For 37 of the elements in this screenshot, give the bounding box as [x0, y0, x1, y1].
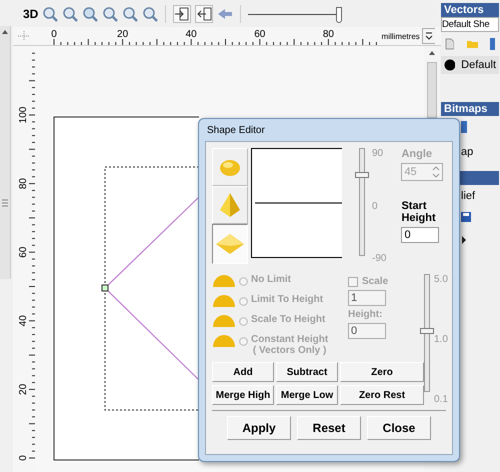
tick-label: 0.1 [434, 394, 448, 405]
operation-button[interactable]: Subtract [276, 362, 338, 382]
panel-header: Bitmaps [441, 102, 499, 116]
operation-button[interactable]: Zero Rest [340, 385, 424, 405]
bitmap-item[interactable]: ap [461, 146, 474, 158]
start-height-field[interactable]: 0 [401, 227, 440, 243]
vertical-ruler: 100 80 60 40 20 0 [13, 46, 35, 472]
height-label: Height: [348, 309, 384, 320]
3d-button[interactable]: 3D [23, 6, 38, 20]
dialog-button[interactable]: Apply [227, 416, 291, 440]
operation-button[interactable]: Merge High [212, 385, 274, 405]
tick-label: 0 [372, 200, 379, 212]
start-height-label: Start Height [401, 200, 437, 224]
option-label: Limit To Height [251, 294, 324, 305]
operation-button[interactable]: Zero [340, 362, 424, 382]
panel-header: Vectors [441, 3, 499, 17]
option-label: Scale To Height [251, 314, 326, 325]
option-label: No Limit [251, 274, 291, 285]
tick-label: 1.0 [434, 334, 448, 345]
relief-item[interactable]: lief [461, 190, 476, 202]
option-label: Constant Height [251, 334, 328, 345]
horizontal-ruler: 0 20 40 60 80 [34, 27, 382, 45]
layer-item[interactable]: Default [441, 56, 499, 74]
sheet-field[interactable]: Default She [441, 17, 499, 32]
tick-label: -90 [372, 253, 386, 264]
tick-label: 5.0 [434, 274, 448, 285]
operation-button[interactable]: Add [212, 362, 274, 382]
tick-label: 90 [372, 148, 384, 159]
window-title: Shape Editor [206, 124, 266, 138]
option-note: ( Vectors Only ) [252, 345, 326, 356]
unit-label: millimetres [382, 32, 421, 40]
layer-name: Default [461, 59, 496, 71]
scale-label: Scale [362, 276, 388, 287]
operation-button[interactable]: Merge Low [276, 385, 338, 405]
dialog-button[interactable]: Close [367, 416, 431, 440]
angle-label: Angle [401, 148, 433, 160]
dialog-button[interactable]: Reset [297, 416, 361, 440]
